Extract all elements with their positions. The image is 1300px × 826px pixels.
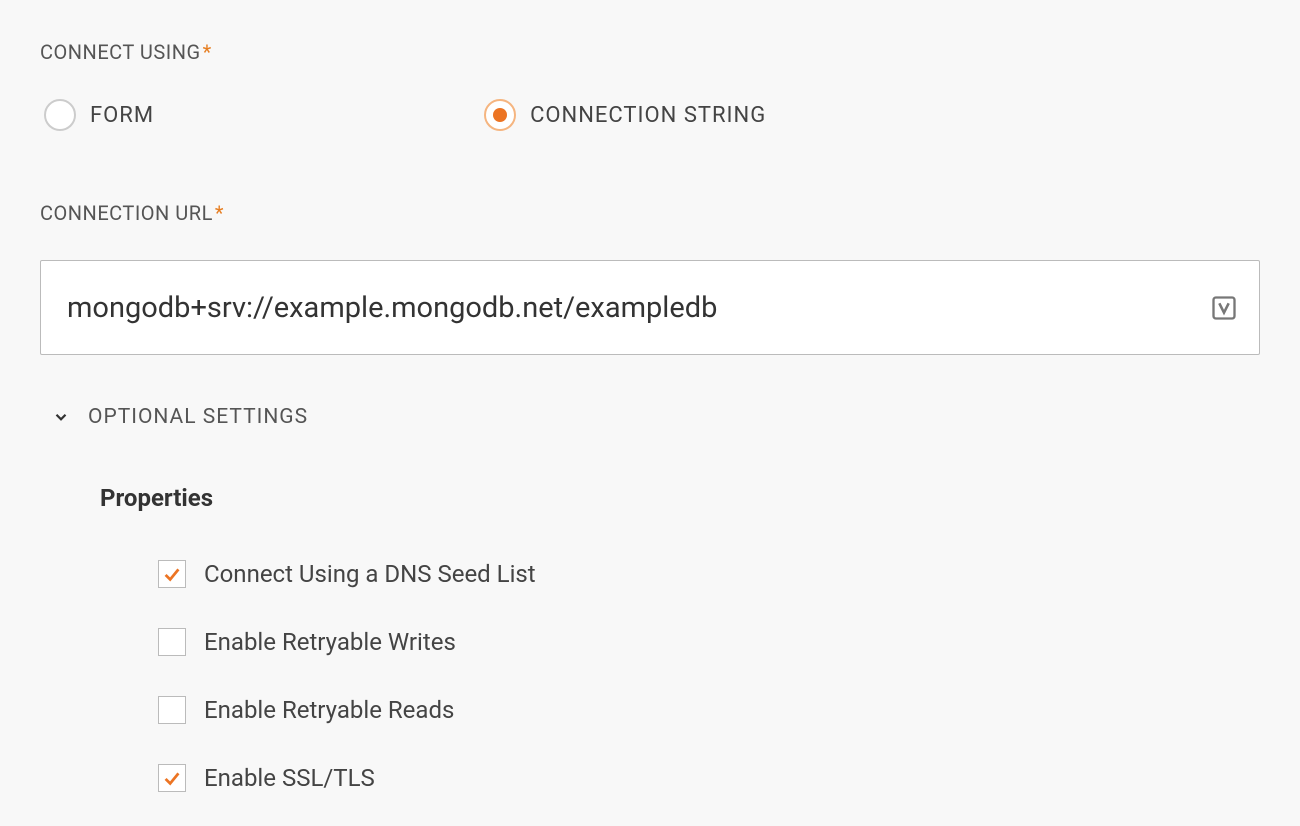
properties-checkbox-list: Connect Using a DNS Seed List Enable Ret… (100, 560, 1260, 792)
checkbox-retryable-reads[interactable]: Enable Retryable Reads (158, 696, 1260, 724)
checkbox-label: Connect Using a DNS Seed List (204, 560, 536, 588)
connection-url-label: CONNECTION URL* (40, 201, 1260, 225)
checkbox-icon (158, 628, 186, 656)
checkbox-label: Enable SSL/TLS (204, 764, 375, 792)
connect-using-label: CONNECT USING* (40, 40, 1260, 64)
checkbox-icon (158, 764, 186, 792)
checkbox-label: Enable Retryable Reads (204, 696, 454, 724)
radio-circle-icon (484, 99, 516, 131)
connection-url-input[interactable] (40, 260, 1260, 355)
connection-url-input-wrapper (40, 260, 1260, 355)
checkbox-icon (158, 696, 186, 724)
checkbox-icon (158, 560, 186, 588)
required-star-icon: * (215, 201, 224, 225)
radio-circle-icon (44, 99, 76, 131)
radio-dot-icon (493, 108, 507, 122)
optional-settings-label: OPTIONAL SETTINGS (88, 405, 308, 429)
radio-connection-string-label: CONNECTION STRING (530, 103, 766, 128)
checkbox-retryable-writes[interactable]: Enable Retryable Writes (158, 628, 1260, 656)
properties-title: Properties (100, 484, 1260, 512)
required-star-icon: * (203, 40, 212, 64)
connect-using-radio-group: FORM CONNECTION STRING (40, 99, 1260, 131)
checkbox-dns-seed-list[interactable]: Connect Using a DNS Seed List (158, 560, 1260, 588)
radio-form-label: FORM (90, 103, 154, 128)
properties-section: Properties Connect Using a DNS Seed List… (40, 484, 1260, 792)
checkbox-ssl-tls[interactable]: Enable SSL/TLS (158, 764, 1260, 792)
checkbox-label: Enable Retryable Writes (204, 628, 456, 656)
vault-variable-icon[interactable] (1210, 294, 1238, 322)
radio-connection-string[interactable]: CONNECTION STRING (484, 99, 766, 131)
chevron-down-icon (52, 408, 70, 426)
radio-form[interactable]: FORM (44, 99, 154, 131)
optional-settings-toggle[interactable]: OPTIONAL SETTINGS (40, 405, 1260, 429)
